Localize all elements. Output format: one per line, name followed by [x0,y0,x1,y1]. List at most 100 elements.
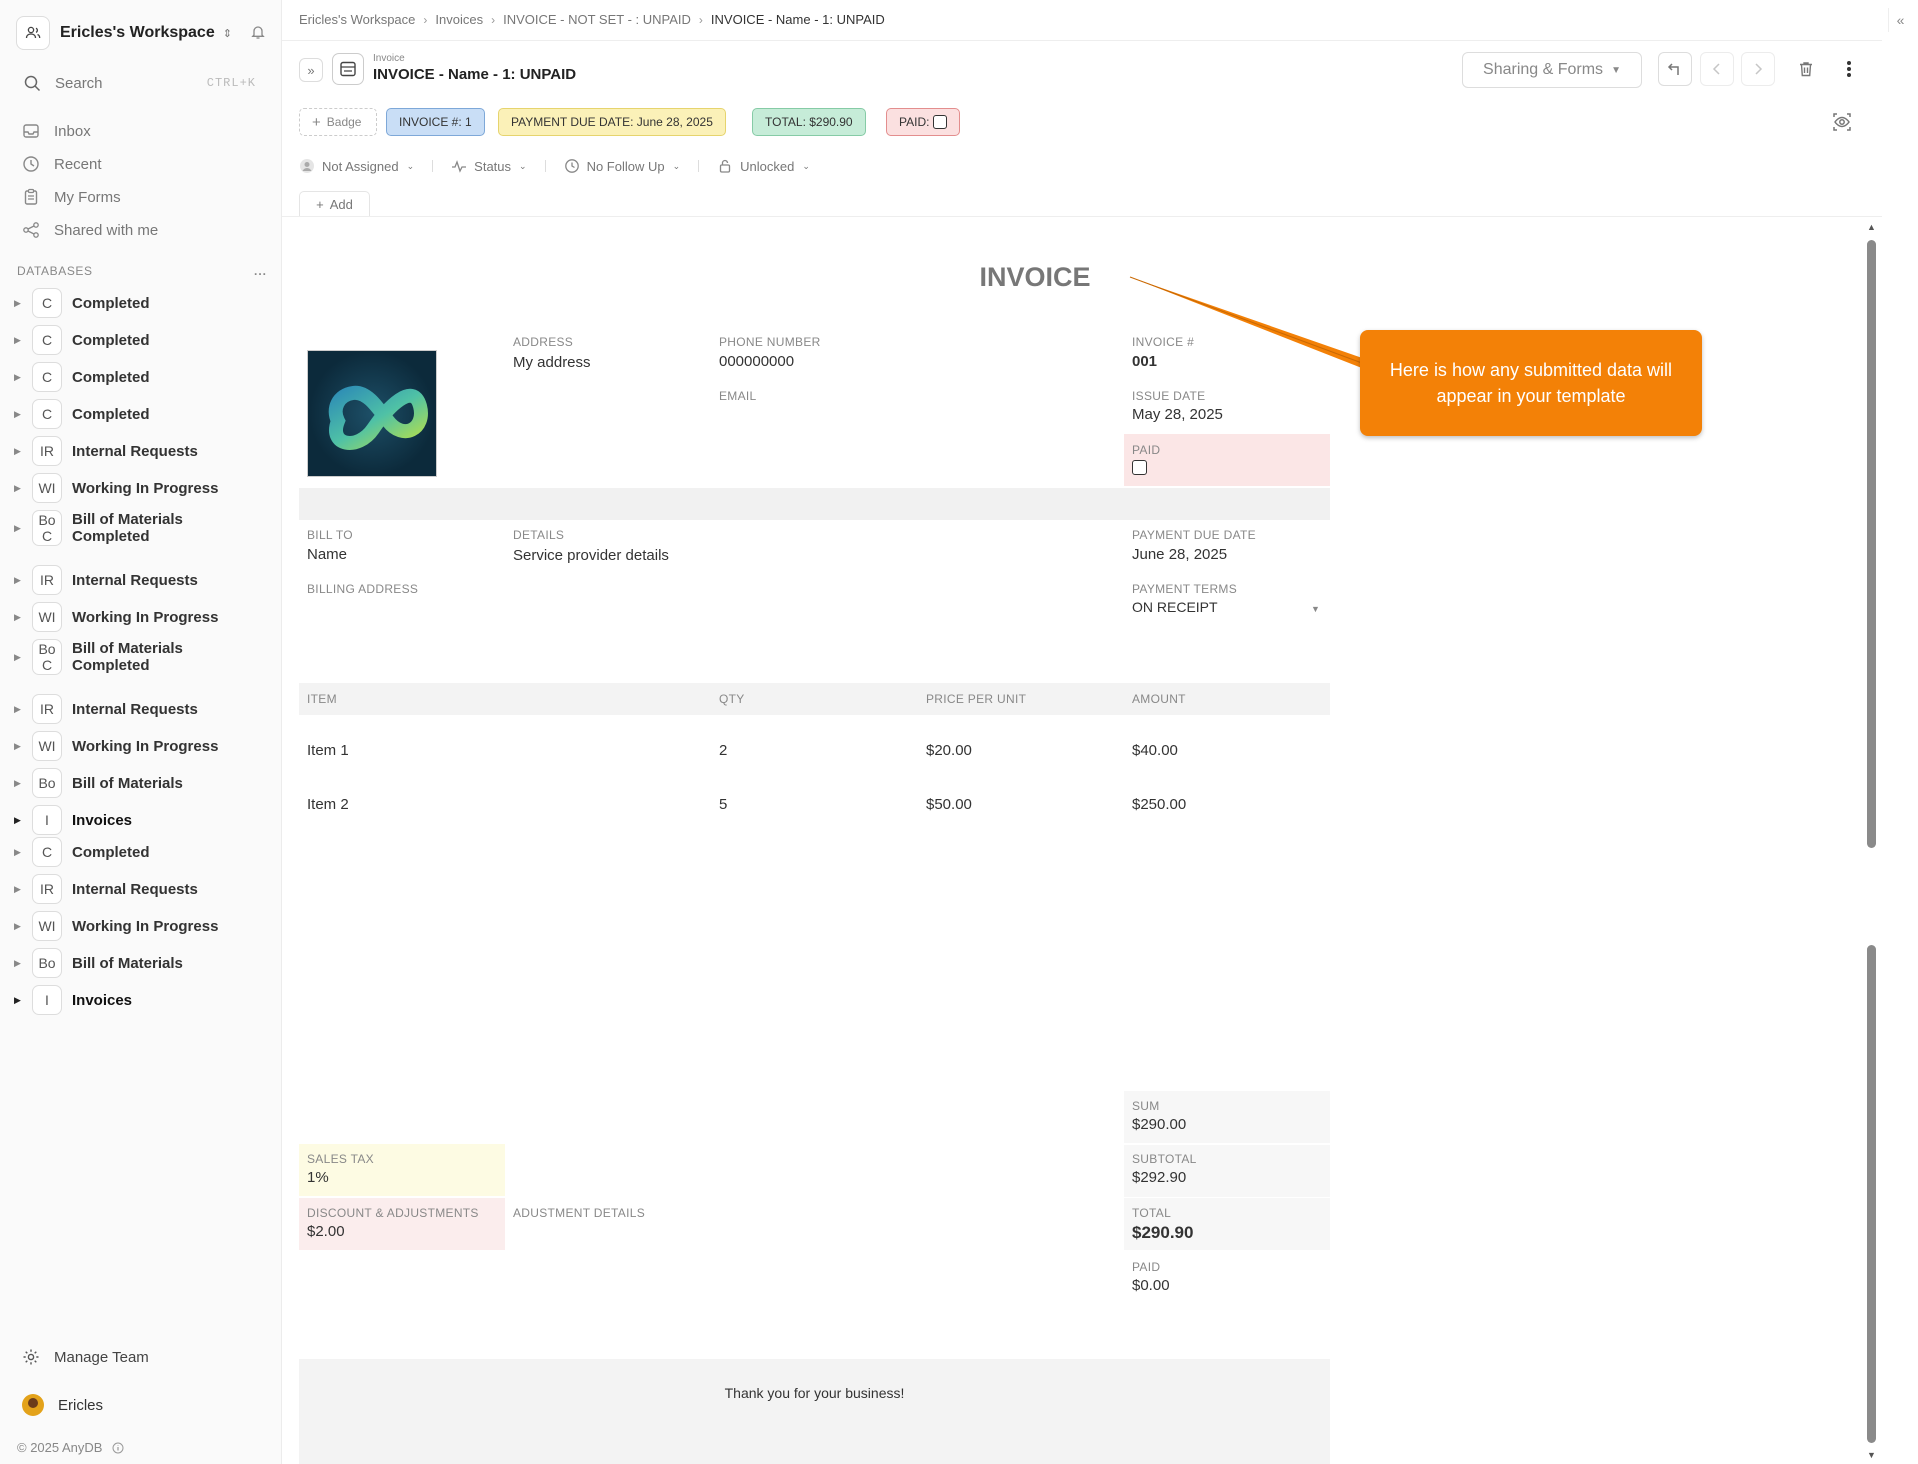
sidebar-item-internal-requests[interactable]: ▶ IR Internal Requests [14,694,274,724]
sidebar-item-internal-requests[interactable]: ▶ IR Internal Requests [14,436,274,466]
paid-chip-checkbox[interactable] [933,115,948,129]
breadcrumb-template[interactable]: INVOICE - NOT SET - : UNPAID [503,12,691,27]
nav-shared[interactable]: Shared with me [22,216,262,244]
phone-value[interactable]: 000000000 [719,353,794,370]
row-2-item[interactable]: Item 2 [307,796,349,813]
assignee-dropdown[interactable]: Not Assigned ⌄ [299,158,414,174]
expand-arrow-icon[interactable]: ▶ [14,995,24,1006]
status-dropdown[interactable]: Status ⌄ [451,158,527,174]
expand-arrow-icon[interactable]: ▶ [14,958,24,969]
expand-arrow-icon[interactable]: ▶ [14,884,24,895]
expand-arrow-icon[interactable]: ▶ [14,298,24,309]
expand-arrow-icon[interactable]: ▶ [14,741,24,752]
search-input[interactable]: Search CTRL+K [16,68,266,98]
scrollbar-thumb[interactable] [1867,240,1876,848]
sidebar-item-completed[interactable]: ▶ C Completed [14,837,274,867]
expand-arrow-icon[interactable]: ▶ [14,483,24,494]
paid-amount-value[interactable]: $0.00 [1132,1277,1170,1294]
row-2-qty[interactable]: 5 [719,796,727,813]
more-vertical-icon[interactable] [1836,56,1862,82]
user-profile[interactable]: Ericles [22,1394,103,1416]
next-record-button[interactable] [1741,52,1775,86]
expand-arrow-icon[interactable]: ▶ [14,704,24,715]
expand-arrow-icon[interactable]: ▶ [14,921,24,932]
database-badge: WI [32,473,62,503]
sidebar-item-invoices[interactable]: ▶ I Invoices [14,985,274,1015]
expand-arrow-icon[interactable]: ▶ [14,815,24,826]
expand-arrow-icon[interactable]: ▶ [14,847,24,858]
sidebar-item-bill-of-materials[interactable]: ▶ Bo C Bill of Materials Completed [14,639,274,675]
expand-arrow-icon[interactable]: ▶ [14,409,24,420]
sidebar-item-label-text: Bill of Materials [72,511,183,528]
sharing-forms-button[interactable]: Sharing & Forms ▼ [1462,52,1642,88]
databases-title: DATABASES [17,264,93,278]
sidebar-item-bill-of-materials[interactable]: ▶ Bo Bill of Materials [14,948,274,978]
row-1-price[interactable]: $20.00 [926,742,972,759]
row-1-qty[interactable]: 2 [719,742,727,759]
sidebar-item-invoices[interactable]: ▶ I Invoices [14,805,274,835]
issue-date-value[interactable]: May 28, 2025 [1132,406,1223,423]
nav-inbox[interactable]: Inbox [22,117,262,145]
expand-arrow-icon[interactable]: ▶ [14,372,24,383]
add-badge-button[interactable]: + Badge [299,108,377,136]
sidebar-item-completed[interactable]: ▶ C Completed [14,325,274,355]
info-icon[interactable] [112,1442,124,1454]
sidebar-item-label: Completed [72,295,150,312]
parent-record-button[interactable] [1658,52,1692,86]
row-2-price[interactable]: $50.00 [926,796,972,813]
sidebar-item-working-in-progress[interactable]: ▶ WI Working In Progress [14,473,274,503]
expand-arrow-icon[interactable]: ▶ [14,335,24,346]
nav-recent[interactable]: Recent [22,150,262,178]
expand-sidebar-button[interactable]: » [299,58,323,82]
total-chip[interactable]: TOTAL: $290.90 [752,108,866,136]
collapse-panel-button[interactable]: « [1888,8,1912,32]
payment-terms-select[interactable]: ON RECEIPT [1132,599,1218,615]
due-date-chip[interactable]: PAYMENT DUE DATE: June 28, 2025 [498,108,726,136]
follow-up-dropdown[interactable]: No Follow Up ⌄ [564,158,680,174]
sidebar-item-working-in-progress[interactable]: ▶ WI Working In Progress [14,602,274,632]
due-date-value[interactable]: June 28, 2025 [1132,546,1227,563]
details-value[interactable]: Service provider details [513,547,669,564]
manage-team-link[interactable]: Manage Team [22,1348,149,1366]
sidebar-item-completed[interactable]: ▶ C Completed [14,362,274,392]
bill-to-value[interactable]: Name [307,546,347,563]
sales-tax-value[interactable]: 1% [307,1169,329,1186]
invoice-number-value[interactable]: 001 [1132,353,1157,370]
previous-record-button[interactable] [1700,52,1734,86]
sidebar-item-internal-requests[interactable]: ▶ IR Internal Requests [14,874,274,904]
sidebar-item-completed[interactable]: ▶ C Completed [14,288,274,318]
footer-note-field [299,1359,1330,1464]
expand-arrow-icon[interactable]: ▶ [14,446,24,457]
scroll-up-arrow-icon[interactable]: ▲ [1867,222,1876,232]
expand-arrow-icon[interactable]: ▶ [14,612,24,623]
expand-arrow-icon[interactable]: ▶ [14,575,24,586]
sidebar-item-internal-requests[interactable]: ▶ IR Internal Requests [14,565,274,595]
invoice-number-chip[interactable]: INVOICE #: 1 [386,108,485,136]
sidebar-item-completed[interactable]: ▶ C Completed [14,399,274,429]
discount-value[interactable]: $2.00 [307,1223,345,1240]
trash-icon[interactable] [1793,56,1819,82]
database-badge-text: C [41,844,53,860]
workspace-switcher[interactable]: Ericles's Workspace ⇕ [16,15,266,51]
sidebar-item-bill-of-materials[interactable]: ▶ Bo C Bill of Materials Completed [14,510,274,546]
expand-arrow-icon[interactable]: ▶ [14,778,24,789]
breadcrumb-workspace[interactable]: Ericles's Workspace [299,12,415,27]
sidebar-item-working-in-progress[interactable]: ▶ WI Working In Progress [14,731,274,761]
paid-chip[interactable]: PAID: [886,108,961,136]
paid-checkbox[interactable] [1132,460,1147,475]
lock-dropdown[interactable]: Unlocked ⌄ [717,158,810,174]
nav-my-forms[interactable]: My Forms [22,183,262,211]
scrollbar-thumb-secondary[interactable] [1867,945,1876,1443]
databases-more-button[interactable]: ... [254,264,267,278]
breadcrumb-invoices[interactable]: Invoices [435,12,483,27]
sidebar-item-bill-of-materials[interactable]: ▶ Bo Bill of Materials [14,768,274,798]
expand-arrow-icon[interactable]: ▶ [14,523,24,534]
preview-eye-icon[interactable] [1830,110,1854,139]
expand-arrow-icon[interactable]: ▶ [14,652,24,663]
address-value[interactable]: My address [513,354,591,371]
bell-icon[interactable] [250,24,266,45]
row-1-item[interactable]: Item 1 [307,742,349,759]
sidebar-item-working-in-progress[interactable]: ▶ WI Working In Progress [14,911,274,941]
add-tab-button[interactable]: + Add [299,191,370,217]
scroll-down-arrow-icon[interactable]: ▼ [1867,1450,1876,1460]
